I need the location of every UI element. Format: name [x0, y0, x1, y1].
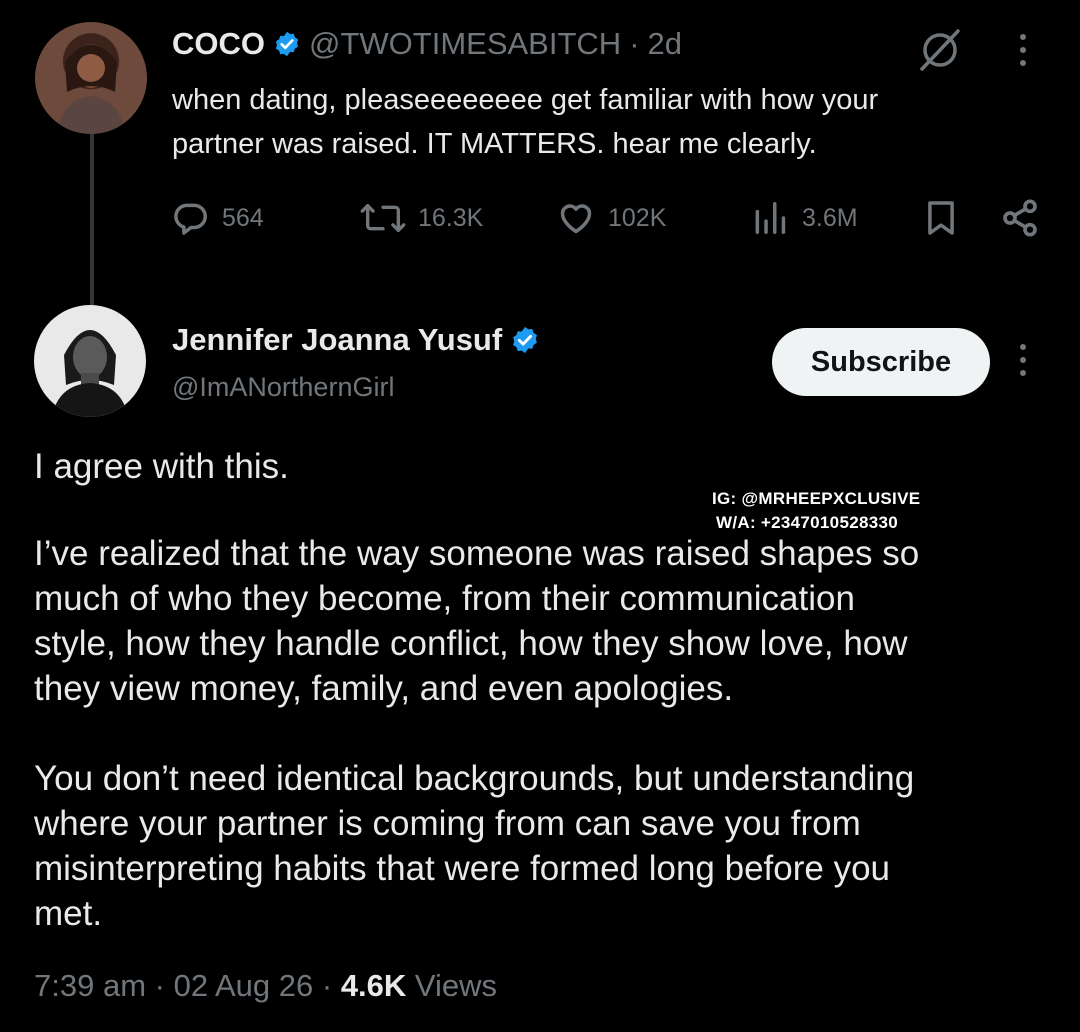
repost-count: 16.3K	[418, 203, 484, 232]
paragraph-2-line: style, how they handle conflict, how the…	[34, 624, 908, 663]
thread-connector-line	[90, 134, 94, 306]
quoted-tweet-header: COCO @TWOTIMESABITCH · 2d	[172, 24, 682, 64]
reply-handle[interactable]: @ImANorthernGirl	[172, 372, 540, 403]
header-separator: ·	[629, 26, 640, 61]
like-count: 102K	[608, 203, 667, 232]
quoted-author-name[interactable]: COCO	[172, 26, 265, 62]
grok-icon[interactable]	[916, 26, 964, 74]
verified-badge-icon	[513, 326, 538, 354]
views-count: 3.6M	[802, 203, 858, 232]
coco-avatar[interactable]	[35, 22, 147, 134]
reply-paragraph-3: You don’t need identical backgrounds, bu…	[34, 756, 1044, 936]
meta-separator: ·	[154, 968, 165, 1003]
post-date[interactable]: 02 Aug 26	[174, 968, 314, 1003]
reply-action[interactable]: 564	[172, 198, 264, 238]
quoted-text-line-1: when dating, pleaseeeeeeee get familiar …	[172, 84, 879, 116]
paragraph-2-line: they view money, family, and even apolog…	[34, 669, 734, 708]
reply-paragraph-1: I agree with this.	[34, 447, 289, 486]
repost-icon	[360, 204, 406, 232]
bookmark-icon[interactable]	[922, 198, 960, 238]
heart-icon	[560, 204, 592, 234]
post-time[interactable]: 7:39 am	[34, 968, 146, 1003]
paragraph-2-line: I’ve realized that the way someone was r…	[34, 534, 920, 573]
views-chart-icon	[755, 202, 786, 234]
views-action[interactable]: 3.6M	[750, 198, 858, 238]
reply-author-name[interactable]: Jennifer Joanna Yusuf	[172, 322, 502, 358]
reply-count: 564	[222, 203, 264, 232]
quoted-handle[interactable]: @TWOTIMESABITCH	[309, 26, 621, 62]
quoted-text-line-2: partner was raised. IT MATTERS. hear me …	[172, 128, 817, 160]
paragraph-3-line: where your partner is coming from can sa…	[34, 804, 861, 843]
jennifer-avatar-figure	[52, 330, 128, 417]
tweet-metadata: 7:39 am · 02 Aug 26 · 4.6K Views	[34, 968, 497, 1004]
views-label: Views	[414, 968, 498, 1003]
reply-paragraph-2: I’ve realized that the way someone was r…	[34, 531, 1044, 711]
meta-separator: ·	[321, 968, 333, 1003]
jennifer-avatar[interactable]	[34, 305, 146, 417]
reply-icon	[174, 203, 207, 235]
paragraph-3-line: misinterpreting habits that were formed …	[34, 849, 891, 888]
quoted-time-ago[interactable]: 2d	[648, 26, 682, 62]
paragraph-2-line: much of who they become, from their comm…	[34, 579, 855, 618]
paragraph-3-line: You don’t need identical backgrounds, bu…	[34, 759, 915, 798]
share-icon[interactable]	[1000, 198, 1040, 238]
reply-more-options-icon[interactable]	[1020, 344, 1026, 376]
quoted-tweet-text: when dating, pleaseeeeeeee get familiar …	[172, 78, 1032, 166]
reply-header: Jennifer Joanna Yusuf @ImANorthernGirl	[172, 320, 540, 403]
watermark: IG: @MRHEEPXCLUSIVE W/A: +2347010528330	[712, 487, 920, 535]
watermark-line-1: IG: @MRHEEPXCLUSIVE	[712, 489, 921, 508]
coco-avatar-figure	[57, 44, 125, 134]
like-action[interactable]: 102K	[556, 198, 666, 238]
quoted-more-options-icon[interactable]	[1020, 34, 1026, 66]
paragraph-3-line: met.	[34, 894, 103, 933]
views-total[interactable]: 4.6K	[341, 968, 406, 1003]
repost-action[interactable]: 16.3K	[360, 198, 483, 238]
subscribe-button[interactable]: Subscribe	[772, 328, 990, 396]
verified-badge-icon	[275, 31, 299, 57]
